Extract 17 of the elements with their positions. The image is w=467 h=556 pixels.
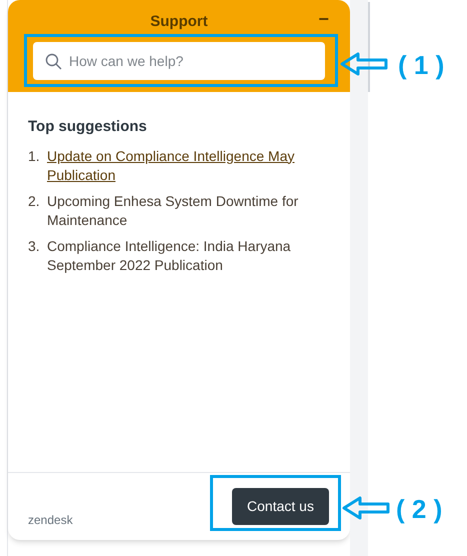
section-heading: Top suggestions <box>28 117 148 137</box>
widget-title: Support <box>150 12 208 32</box>
search-field[interactable]: How can we help? <box>33 42 325 80</box>
minimize-button[interactable]: − <box>314 10 333 28</box>
list-number: 3. <box>28 236 41 256</box>
list-number: 1. <box>28 146 41 166</box>
arrow-icon <box>342 496 390 520</box>
article-title[interactable]: Compliance Intelligence: India Haryana September 2022 Publication <box>47 236 330 274</box>
contact-button[interactable]: Contact us <box>232 488 329 525</box>
article-link[interactable]: Update on Compliance Intelligence May Publication <box>47 146 330 184</box>
article-title[interactable]: Upcoming Enhesa System Downtime for Maintenance <box>47 192 330 230</box>
search-icon <box>45 53 62 70</box>
arrow-icon <box>340 52 388 76</box>
brand-label: zendesk <box>28 512 73 529</box>
callout-label: ( 1 ) <box>398 49 444 82</box>
list-number: 2. <box>28 192 41 210</box>
callout-label: ( 2 ) <box>396 493 442 526</box>
